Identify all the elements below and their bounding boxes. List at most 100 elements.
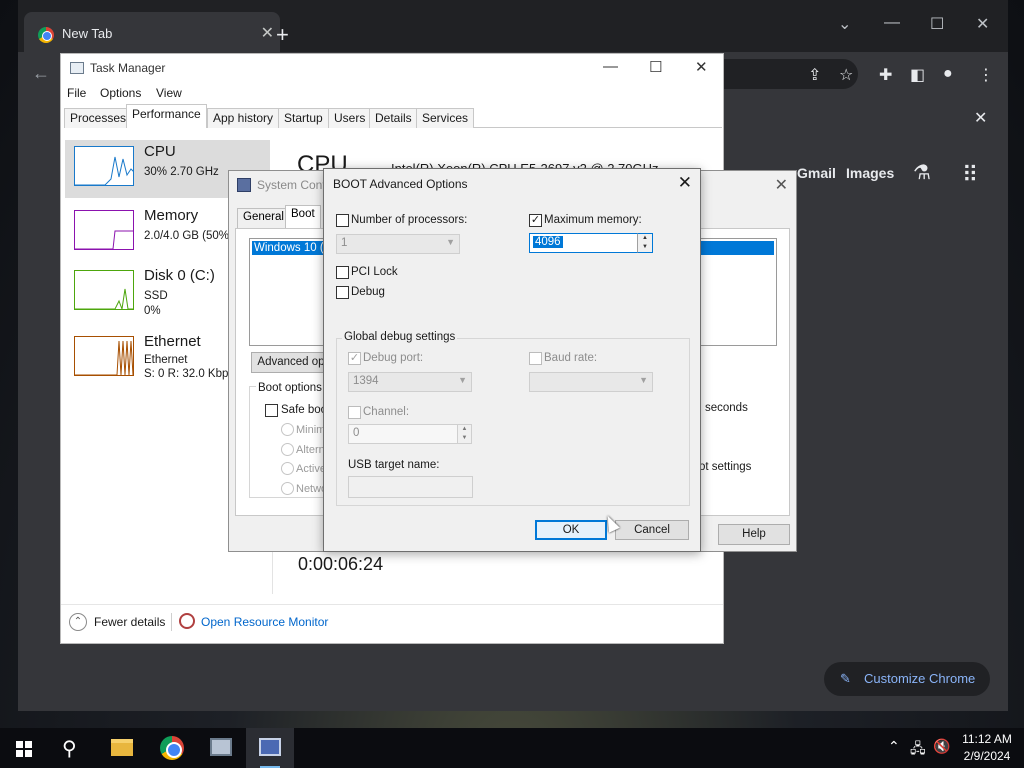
close-icon[interactable]: ✕ xyxy=(678,173,692,193)
images-link[interactable]: Images xyxy=(846,165,894,181)
baud-rate-checkbox[interactable] xyxy=(529,352,542,365)
customize-chrome-button[interactable]: ✎ Customize Chrome xyxy=(824,662,990,696)
menu-view[interactable]: View xyxy=(156,86,182,100)
max-memory-input[interactable]: 4096 xyxy=(529,233,653,253)
tab-general[interactable]: General xyxy=(237,208,290,228)
disk-graph-line xyxy=(75,288,133,309)
ethernet-graph xyxy=(74,336,134,376)
close-icon[interactable]: ✕ xyxy=(775,175,788,195)
ok-button[interactable]: OK xyxy=(535,520,607,540)
taskbar-file-explorer[interactable] xyxy=(98,728,146,768)
dialog-title: BOOT Advanced Options xyxy=(333,177,468,191)
extensions-icon[interactable]: ✚ xyxy=(879,65,892,85)
star-icon[interactable]: ☆ xyxy=(839,65,853,85)
boot-options-label: Boot options xyxy=(256,382,324,394)
channel-value: 0 xyxy=(353,427,360,439)
close-tab-icon[interactable]: ✕ xyxy=(261,23,274,43)
tab-app-history[interactable]: App history xyxy=(207,108,280,128)
safe-boot-checkbox[interactable] xyxy=(265,404,278,417)
gmail-link[interactable]: Gmail xyxy=(797,165,836,181)
debug-label: Debug xyxy=(351,286,385,298)
sidepanel-icon[interactable]: ◧ xyxy=(910,65,925,85)
new-tab-button[interactable]: + xyxy=(276,22,289,48)
help-button[interactable]: Help xyxy=(718,524,790,545)
minimize-icon[interactable]: — xyxy=(603,58,618,75)
radio-alternate-shell[interactable] xyxy=(281,443,294,456)
taskbar-system-configuration[interactable] xyxy=(246,728,294,768)
chevron-down-icon: ▼ xyxy=(446,237,455,247)
baud-rate-select[interactable]: ▼ xyxy=(529,372,653,392)
radio-active-directory[interactable] xyxy=(281,462,294,475)
task-manager-title: Task Manager xyxy=(90,61,166,75)
num-processors-checkbox[interactable] xyxy=(336,214,349,227)
back-arrow-icon[interactable]: ← xyxy=(32,63,50,84)
clock-time: 11:12 AM xyxy=(962,732,1012,746)
usb-target-input[interactable] xyxy=(348,476,473,498)
search-button[interactable]: ⚲ xyxy=(48,728,96,768)
task-manager-footer: ⌃ Fewer details Open Resource Monitor xyxy=(61,604,723,644)
msconfig-icon xyxy=(237,178,251,192)
chrome-tab[interactable]: New Tab ✕ xyxy=(24,12,280,52)
apps-icon[interactable]: ⠿ xyxy=(962,162,978,188)
debug-port-checkbox[interactable]: ✓ xyxy=(348,352,361,365)
volume-muted-icon[interactable]: 🔇 xyxy=(933,738,950,755)
taskbar-clock[interactable]: 11:12 AM 2/9/2024 xyxy=(950,731,1024,765)
start-button[interactable] xyxy=(0,728,48,768)
minimize-icon[interactable]: — xyxy=(884,14,900,32)
task-manager-titlebar[interactable]: Task Manager — ☐ ✕ xyxy=(61,54,723,82)
tab-search-icon[interactable]: ⌄ xyxy=(838,14,851,34)
max-memory-spinner[interactable]: ▲ ▼ xyxy=(637,233,653,253)
debug-checkbox[interactable] xyxy=(336,286,349,299)
menu-options[interactable]: Options xyxy=(100,86,141,100)
perf-item-name: Memory xyxy=(144,207,199,224)
footer-divider xyxy=(171,613,172,631)
boot-advanced-options-dialog: BOOT Advanced Options ✕ Number of proces… xyxy=(323,168,701,552)
tab-processes[interactable]: Processes xyxy=(64,108,133,128)
tab-boot[interactable]: Boot xyxy=(285,205,321,229)
perf-item-name: CPU xyxy=(144,143,176,160)
radio-network[interactable] xyxy=(281,482,294,495)
share-icon[interactable]: ⇪ xyxy=(808,65,821,85)
radio-label: Altern xyxy=(296,444,325,456)
chrome-icon xyxy=(160,736,184,760)
channel-spinner[interactable]: ▲ ▼ xyxy=(457,425,471,443)
pci-lock-checkbox[interactable] xyxy=(336,266,349,279)
radio-minimal[interactable] xyxy=(281,423,294,436)
usb-target-label: USB target name: xyxy=(348,459,440,471)
baud-rate-label: Baud rate: xyxy=(544,352,598,364)
num-processors-select[interactable]: 1 ▼ xyxy=(336,234,460,254)
cancel-button[interactable]: Cancel xyxy=(615,520,689,540)
cpu-graph xyxy=(74,146,134,186)
debug-port-select[interactable]: 1394 ▼ xyxy=(348,372,472,392)
menu-icon[interactable]: ⋮ xyxy=(978,65,994,85)
channel-checkbox[interactable] xyxy=(348,406,361,419)
open-resource-monitor-link[interactable]: Open Resource Monitor xyxy=(201,615,328,629)
tab-startup[interactable]: Startup xyxy=(278,108,329,128)
labs-icon[interactable]: ⚗ xyxy=(913,160,931,185)
task-manager-icon xyxy=(210,738,232,756)
taskbar-task-manager[interactable] xyxy=(197,728,245,768)
cpu-graph-line xyxy=(75,156,133,185)
tab-services[interactable]: Services xyxy=(416,108,475,128)
profile-icon[interactable]: ● xyxy=(943,65,953,83)
close-bar-icon[interactable]: ✕ xyxy=(974,108,987,128)
channel-label: Channel: xyxy=(363,406,410,418)
maximize-icon[interactable]: ☐ xyxy=(649,58,662,76)
close-icon[interactable]: ✕ xyxy=(695,58,708,76)
network-icon[interactable]: 🖧 xyxy=(910,738,926,762)
chevron-up-icon[interactable]: ⌃ xyxy=(888,738,900,755)
fewer-details-link[interactable]: Fewer details xyxy=(94,615,165,629)
advanced-options-button[interactable]: Advanced op xyxy=(251,352,331,373)
maximize-icon[interactable]: ☐ xyxy=(930,14,944,34)
menu-file[interactable]: File xyxy=(67,86,86,100)
tab-details[interactable]: Details xyxy=(369,108,418,128)
taskbar-chrome[interactable] xyxy=(148,728,196,768)
tab-performance[interactable]: Performance xyxy=(126,104,207,128)
disk-graph xyxy=(74,270,134,310)
max-memory-checkbox[interactable]: ✓ xyxy=(529,214,542,227)
chevron-up-icon[interactable]: ⌃ xyxy=(69,613,87,631)
channel-input[interactable]: 0 ▲ ▼ xyxy=(348,424,472,444)
tab-users[interactable]: Users xyxy=(328,108,372,128)
timeout-unit: seconds xyxy=(705,402,748,414)
close-window-icon[interactable]: ✕ xyxy=(976,14,989,34)
